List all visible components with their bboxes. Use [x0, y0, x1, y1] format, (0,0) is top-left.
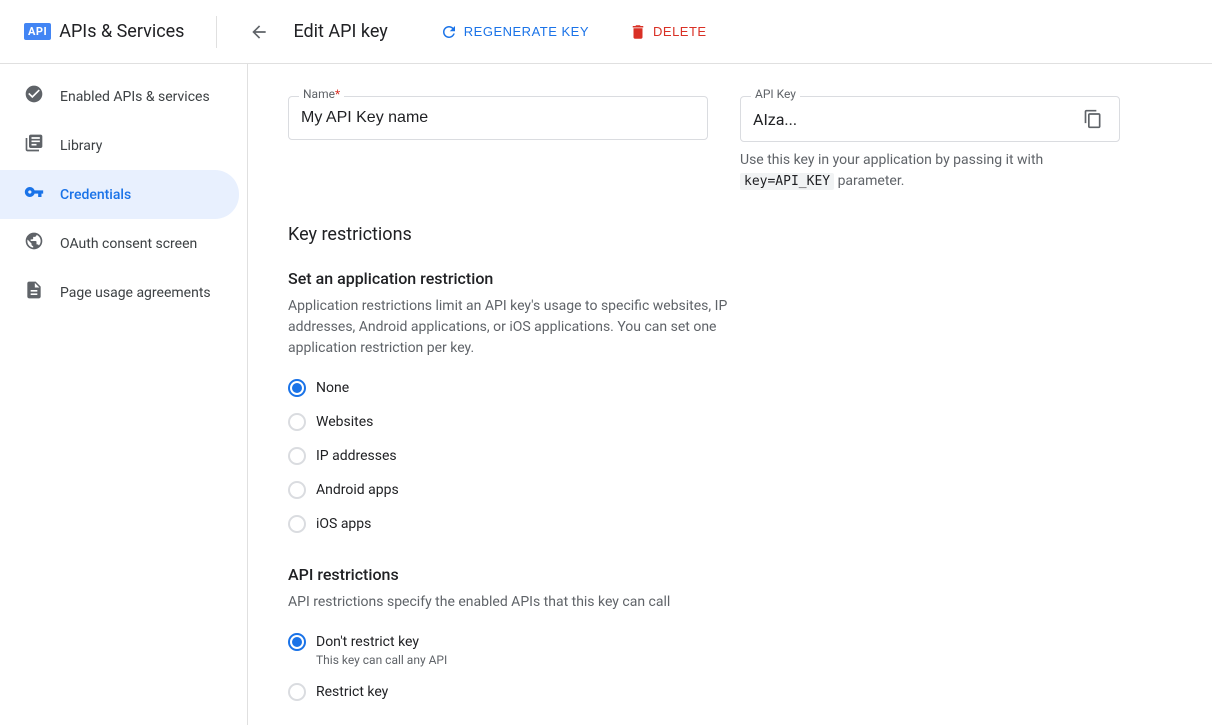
library-icon: [24, 133, 44, 158]
service-title: APIs & Services: [59, 21, 184, 42]
radio-dont-restrict-sublabel: This key can call any API: [316, 653, 1172, 667]
main-content: Name* API Key AIza... Use this key in yo…: [248, 64, 1212, 725]
radio-none-label: None: [316, 380, 349, 396]
radio-websites[interactable]: Websites: [288, 413, 1172, 431]
regenerate-label: REGENERATE KEY: [464, 24, 589, 39]
sidebar-label-credentials: Credentials: [60, 187, 131, 203]
logo: API APIs & Services: [24, 21, 184, 42]
sidebar-label-enabled-apis: Enabled APIs & services: [60, 89, 210, 105]
logo-text: API: [24, 23, 51, 40]
radio-ios-apps[interactable]: iOS apps: [288, 515, 1172, 533]
api-restriction-title: API restrictions: [288, 565, 1172, 584]
api-key-label: API Key: [751, 87, 800, 101]
page-usage-icon: [24, 280, 44, 305]
radio-none[interactable]: None: [288, 379, 1172, 397]
sidebar-item-enabled-apis[interactable]: Enabled APIs & services: [0, 72, 239, 121]
delete-button[interactable]: DELETE: [617, 15, 719, 49]
api-key-hint: Use this key in your application by pass…: [740, 150, 1120, 192]
radio-websites-label: Websites: [316, 414, 373, 430]
radio-restrict-key[interactable]: Restrict key: [288, 683, 1172, 701]
api-key-value: AIza...: [753, 110, 1079, 129]
regenerate-key-button[interactable]: REGENERATE KEY: [428, 15, 601, 49]
key-restrictions-title: Key restrictions: [288, 224, 1172, 245]
api-key-wrap: API Key AIza...: [740, 96, 1120, 142]
app-restriction-desc: Application restrictions limit an API ke…: [288, 296, 728, 359]
name-label: Name*: [299, 87, 344, 101]
sidebar-item-oauth[interactable]: OAuth consent screen: [0, 219, 239, 268]
radio-android-apps[interactable]: Android apps: [288, 481, 1172, 499]
radio-ios-label: iOS apps: [316, 516, 371, 532]
page-title: Edit API key: [293, 21, 387, 42]
enabled-apis-icon: [24, 84, 44, 109]
form-top-row: Name* API Key AIza... Use this key in yo…: [288, 96, 1172, 192]
app-restriction-radio-group: None Websites IP addresses Android apps …: [288, 379, 1172, 533]
radio-android-label: Android apps: [316, 482, 399, 498]
api-key-section: API Key AIza... Use this key in your app…: [740, 96, 1120, 192]
topbar-actions: REGENERATE KEY DELETE: [428, 15, 719, 49]
radio-dont-restrict-group: Don't restrict key This key can call any…: [288, 633, 1172, 667]
radio-websites-circle: [288, 413, 306, 431]
sidebar: Enabled APIs & services Library Credenti…: [0, 64, 248, 725]
radio-ip-addresses[interactable]: IP addresses: [288, 447, 1172, 465]
radio-dont-restrict-circle: [288, 633, 306, 651]
radio-restrict-key-label: Restrict key: [316, 684, 388, 700]
name-input[interactable]: [301, 105, 695, 131]
back-button[interactable]: [241, 14, 277, 50]
delete-label: DELETE: [653, 24, 707, 39]
radio-restrict-key-circle: [288, 683, 306, 701]
radio-ios-circle: [288, 515, 306, 533]
api-restriction-section: API restrictions API restrictions specif…: [288, 565, 1172, 701]
radio-dont-restrict-label: Don't restrict key: [316, 634, 419, 650]
sidebar-label-page-usage: Page usage agreements: [60, 285, 211, 301]
api-restriction-radio-group: Don't restrict key This key can call any…: [288, 633, 1172, 701]
api-restriction-desc: API restrictions specify the enabled API…: [288, 592, 728, 613]
topbar: API APIs & Services Edit API key REGENER…: [0, 0, 1212, 64]
sidebar-item-credentials[interactable]: Credentials: [0, 170, 239, 219]
radio-android-circle: [288, 481, 306, 499]
radio-dont-restrict[interactable]: Don't restrict key: [288, 633, 1172, 651]
oauth-icon: [24, 231, 44, 256]
sidebar-item-page-usage[interactable]: Page usage agreements: [0, 268, 239, 317]
copy-api-key-button[interactable]: [1079, 105, 1107, 133]
radio-ip-circle: [288, 447, 306, 465]
topbar-divider: [216, 16, 217, 48]
credentials-icon: [24, 182, 44, 207]
app-restriction-title: Set an application restriction: [288, 269, 1172, 288]
layout: Enabled APIs & services Library Credenti…: [0, 64, 1212, 725]
name-field-section: Name*: [288, 96, 708, 140]
name-field-wrap: Name*: [288, 96, 708, 140]
application-restriction-section: Set an application restriction Applicati…: [288, 269, 1172, 533]
sidebar-item-library[interactable]: Library: [0, 121, 239, 170]
sidebar-label-library: Library: [60, 138, 102, 154]
radio-none-circle: [288, 379, 306, 397]
sidebar-label-oauth: OAuth consent screen: [60, 236, 197, 252]
radio-ip-label: IP addresses: [316, 448, 397, 464]
